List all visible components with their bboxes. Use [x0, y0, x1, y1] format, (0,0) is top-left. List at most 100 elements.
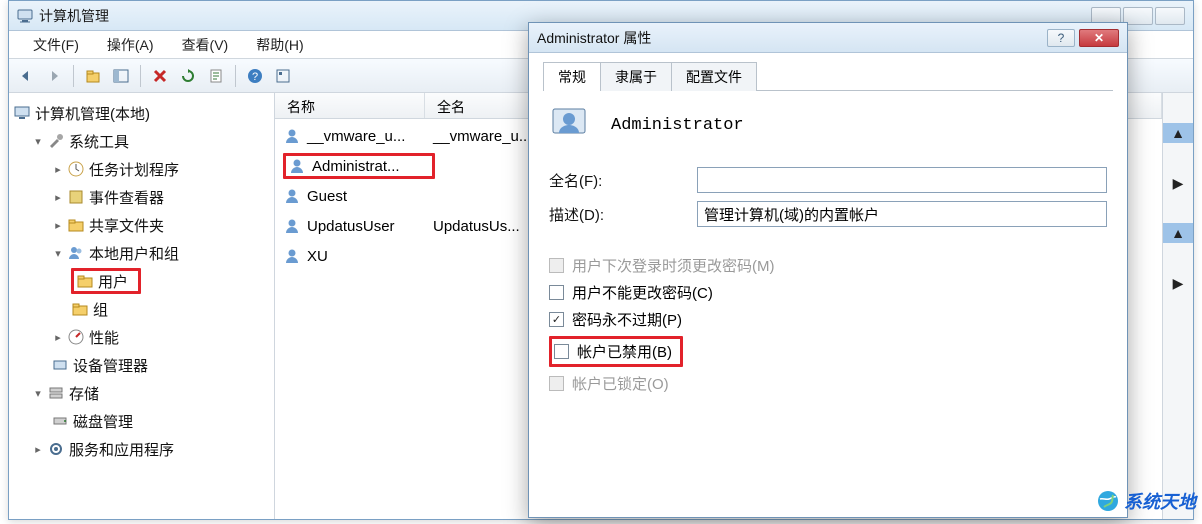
dialog-titlebar[interactable]: Administrator 属性 ? ✕ [529, 23, 1127, 53]
user-icon [288, 157, 306, 175]
checkbox-cannotchange-row[interactable]: 用户不能更改密码(C) [549, 282, 1107, 303]
tree-label: 用户 [98, 271, 128, 292]
export-button[interactable] [205, 65, 227, 87]
tree-performance[interactable]: ▸ 性能 [13, 323, 270, 351]
users-icon [67, 244, 85, 262]
fullname-input[interactable] [697, 167, 1107, 193]
expand-icon[interactable]: ▸ [51, 219, 65, 232]
properties-button[interactable] [272, 65, 294, 87]
watermark-text: 系统天地 [1124, 488, 1196, 514]
forward-button[interactable] [43, 65, 65, 87]
collapse-icon[interactable]: ▾ [31, 387, 45, 400]
user-header: Administrator [549, 103, 1107, 147]
tree-label: 本地用户和组 [89, 243, 179, 264]
watermark: 系统天地 [1096, 488, 1196, 514]
tools-icon [47, 132, 65, 150]
description-label: 描述(D): [549, 204, 697, 225]
svg-text:?: ? [252, 71, 258, 83]
column-name[interactable]: 名称 [275, 93, 425, 118]
tree-disk-management[interactable]: 磁盘管理 [13, 407, 270, 435]
expand-icon[interactable]: ▸ [31, 443, 45, 456]
refresh-button[interactable] [177, 65, 199, 87]
cell-name: UpdatusUser [307, 218, 433, 235]
tree-label: 共享文件夹 [89, 215, 164, 236]
tab-profile[interactable]: 配置文件 [671, 62, 757, 91]
tree-label: 性能 [89, 327, 119, 348]
tabstrip: 常规 隶属于 配置文件 [543, 61, 1113, 91]
expand-icon[interactable]: ▸ [51, 191, 65, 204]
fullname-row: 全名(F): [549, 167, 1107, 193]
globe-icon [1096, 489, 1120, 513]
delete-button[interactable] [149, 65, 171, 87]
help-button[interactable]: ? [244, 65, 266, 87]
cell-name: XU [307, 248, 433, 265]
back-button[interactable] [15, 65, 37, 87]
checkbox-label: 用户下次登录时须更改密码(M) [572, 255, 775, 276]
collapse-icon[interactable]: ▾ [31, 135, 45, 148]
user-icon [283, 217, 301, 235]
actions-panel: ▲ ▶ ▲ ▶ [1163, 93, 1193, 519]
tab-memberof[interactable]: 隶属于 [600, 62, 672, 91]
expand-icon[interactable]: ▸ [51, 163, 65, 176]
shared-folder-icon [67, 216, 85, 234]
actions-up-icon[interactable]: ▲ [1163, 123, 1193, 143]
checkbox-neverexpire-row[interactable]: 密码永不过期(P) [549, 309, 1107, 330]
checkbox-label: 用户不能更改密码(C) [572, 282, 713, 303]
toolbar-separator [73, 65, 74, 87]
checkbox-label: 密码永不过期(P) [572, 309, 682, 330]
tree-label: 服务和应用程序 [69, 439, 174, 460]
expand-icon[interactable]: ▸ [51, 331, 65, 344]
actions-right-icon[interactable]: ▶ [1168, 173, 1188, 193]
toolbar-separator [140, 65, 141, 87]
tree-device-manager[interactable]: 设备管理器 [13, 351, 270, 379]
tree-system-tools[interactable]: ▾ 系统工具 [13, 127, 270, 155]
actions-up-icon[interactable]: ▲ [1163, 223, 1193, 243]
tree-storage[interactable]: ▾ 存储 [13, 379, 270, 407]
checkbox-neverexpire[interactable] [549, 312, 564, 327]
checkbox-locked-row: 帐户已锁定(O) [549, 373, 1107, 394]
menu-action[interactable]: 操作(A) [93, 33, 168, 57]
dialog-close-button[interactable]: ✕ [1079, 29, 1119, 47]
storage-icon [47, 384, 65, 402]
tree-shared-folders[interactable]: ▸ 共享文件夹 [13, 211, 270, 239]
show-hide-tree-button[interactable] [110, 65, 132, 87]
tree-label: 设备管理器 [73, 355, 148, 376]
tree-label: 系统工具 [69, 131, 129, 152]
cell-name: Guest [307, 188, 433, 205]
cell-fullname: __vmware_u... [433, 128, 531, 145]
computer-icon [13, 104, 31, 122]
dialog-help-button[interactable]: ? [1047, 29, 1075, 47]
checkbox-account-disabled[interactable] [554, 344, 569, 359]
cell-name: __vmware_u... [307, 128, 433, 145]
user-avatar-icon [549, 103, 593, 147]
tree-task-scheduler[interactable]: ▸ 任务计划程序 [13, 155, 270, 183]
collapse-icon[interactable]: ▾ [51, 247, 65, 260]
services-icon [47, 440, 65, 458]
checkbox-disabled-row[interactable]: 帐户已禁用(B) [549, 336, 1107, 367]
menu-view[interactable]: 查看(V) [168, 33, 243, 57]
checkbox-label: 帐户已锁定(O) [572, 373, 669, 394]
tree-panel: 计算机管理(本地) ▾ 系统工具 ▸ 任务计划程序 ▸ 事件查看器 ▸ 共享文件… [9, 93, 275, 519]
actions-right-icon[interactable]: ▶ [1168, 273, 1188, 293]
toolbar-separator [235, 65, 236, 87]
tree-label: 任务计划程序 [89, 159, 179, 180]
tree-event-viewer[interactable]: ▸ 事件查看器 [13, 183, 270, 211]
dialog-body: 常规 隶属于 配置文件 Administrator 全名(F): 描述(D): … [529, 53, 1127, 414]
tree-local-users[interactable]: ▾ 本地用户和组 [13, 239, 270, 267]
user-icon [283, 127, 301, 145]
tree-users[interactable]: 用户 [13, 267, 270, 295]
up-button[interactable] [82, 65, 104, 87]
checkbox-cannotchange[interactable] [549, 285, 564, 300]
menu-help[interactable]: 帮助(H) [242, 33, 317, 57]
tree-label: 组 [93, 299, 108, 320]
disk-icon [51, 412, 69, 430]
tab-general[interactable]: 常规 [543, 62, 601, 91]
cell-name: Administrat... [312, 158, 422, 175]
tree-groups[interactable]: 组 [13, 295, 270, 323]
close-button[interactable] [1155, 7, 1185, 25]
description-input[interactable] [697, 201, 1107, 227]
tree-label: 磁盘管理 [73, 411, 133, 432]
menu-file[interactable]: 文件(F) [19, 33, 93, 57]
tree-root[interactable]: 计算机管理(本地) [13, 99, 270, 127]
tree-services[interactable]: ▸ 服务和应用程序 [13, 435, 270, 463]
